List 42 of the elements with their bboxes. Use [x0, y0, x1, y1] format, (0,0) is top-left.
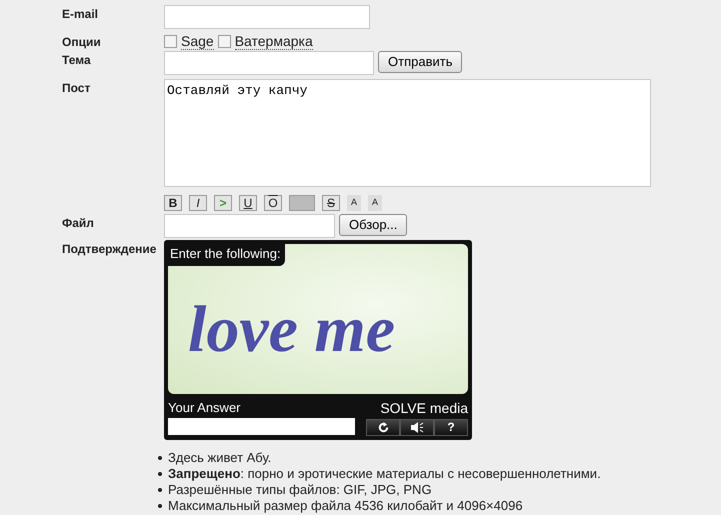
rule-text: Здесь живет Абу.	[168, 450, 272, 466]
browse-button[interactable]: Обзор...	[339, 214, 408, 236]
speaker-icon	[410, 422, 424, 432]
email-field[interactable]	[164, 5, 370, 29]
field-label: Пост	[62, 80, 92, 97]
field-label: Опции	[62, 34, 102, 51]
file-field[interactable]	[164, 214, 335, 238]
solve-media-logo: SOLVE media	[379, 398, 468, 418]
submit-button[interactable]: Отправить	[378, 51, 462, 73]
answer-field[interactable]	[168, 418, 355, 436]
field-label: Подтверждение	[62, 240, 158, 258]
reload-icon	[378, 422, 388, 432]
captcha-text: love me	[188, 292, 396, 368]
format-button[interactable]: B	[164, 194, 182, 210]
format-button[interactable]: O	[264, 194, 282, 210]
bullet-icon	[158, 504, 162, 508]
format-button[interactable]: I	[189, 194, 207, 210]
rule-text: Максимальный размер файла 4536 килобайт и 4096×4096	[168, 498, 523, 514]
format-button[interactable]: S	[322, 194, 340, 210]
audio-button[interactable]	[400, 418, 434, 436]
bullet-icon	[158, 456, 162, 460]
captcha-prompt: Enter the following:	[168, 244, 285, 266]
format-button[interactable]: A	[347, 194, 361, 210]
option-label[interactable]: Ватермарка	[234, 33, 313, 50]
option-label[interactable]: Sage	[181, 33, 214, 50]
field-label: E-mail	[62, 6, 100, 23]
format-button[interactable]: U	[239, 194, 257, 210]
field-label: Тема	[62, 52, 92, 69]
checkbox[interactable]	[164, 35, 177, 48]
field-label: Файл	[62, 214, 95, 232]
format-button[interactable]: A	[368, 194, 382, 210]
rule-text: Разрешённые типы файлов: GIF, JPG, PNG	[168, 482, 432, 498]
spoiler-button[interactable]	[289, 194, 315, 210]
subject-field[interactable]	[164, 51, 374, 75]
bullet-icon	[158, 472, 162, 476]
bullet-icon	[158, 488, 162, 492]
checkbox[interactable]	[218, 35, 231, 48]
rule-text: Запрещено: порно и эротические материалы с несовершеннолетними.	[168, 466, 601, 482]
answer-label: Your Answer	[168, 398, 242, 416]
post-field[interactable]: Оставляй эту капчу	[164, 79, 651, 187]
help-button[interactable]: ?	[434, 418, 468, 436]
reload-button[interactable]	[366, 418, 400, 436]
